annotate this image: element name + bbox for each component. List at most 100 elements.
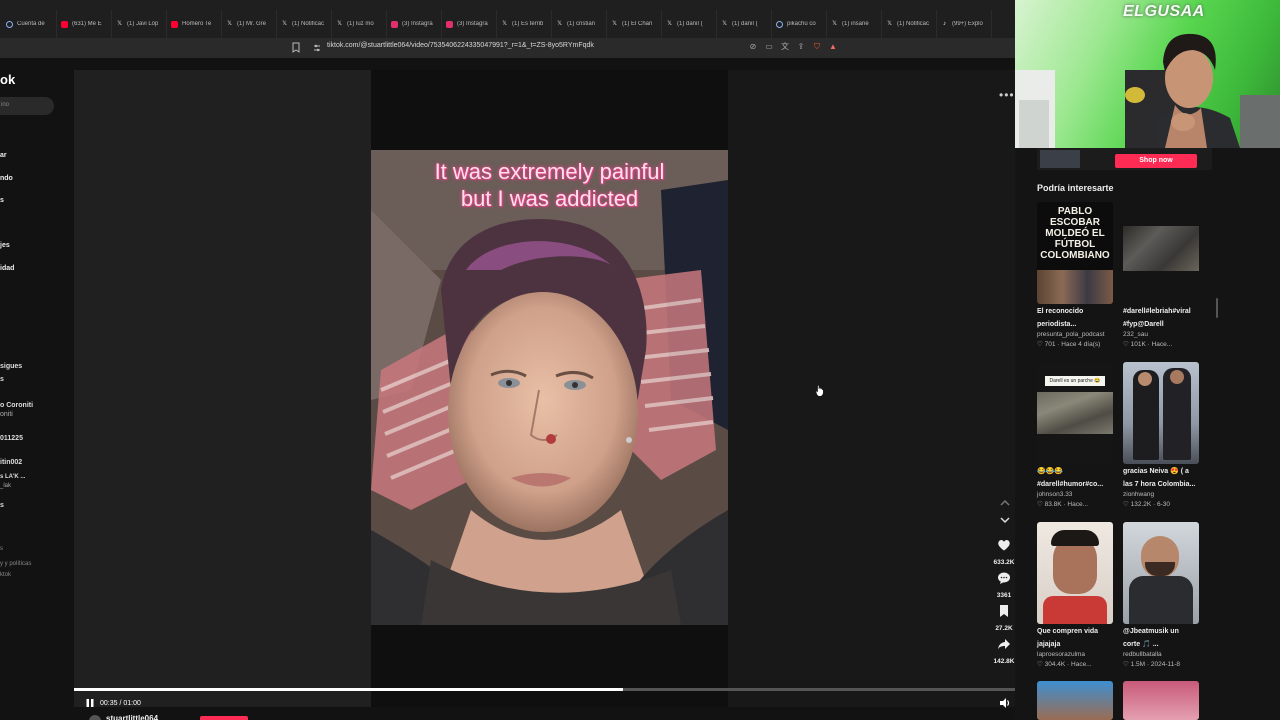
browser-tab[interactable]: 𝕏 (1) daniI (: [662, 10, 717, 38]
thumbnail-text: PABLO ESCOBAR MOLDEÓ EL FÚTBOL COLOMBIAN…: [1040, 206, 1110, 261]
browser-tab-label: (3) Instagra: [457, 21, 488, 27]
suggested-video-card[interactable]: #darell#lebriah#viral #fyp@Darell 232_sa…: [1123, 202, 1199, 350]
shop-now-button[interactable]: Shop now: [1115, 154, 1197, 168]
url-text[interactable]: tiktok.com/@stuartlittle064/video/753540…: [327, 42, 594, 49]
browser-tab-label: Cuenta de: [17, 21, 45, 27]
suggested-video-card[interactable]: Que compren vida jajajaja laproesorazulm…: [1037, 522, 1113, 670]
browser-tab-label: (1) El Chan: [622, 21, 653, 27]
translate-icon[interactable]: 文: [780, 41, 790, 53]
browser-tab[interactable]: (3) Instagra: [442, 10, 497, 38]
suggested-video-card[interactable]: gracias Neiva 😍 ( a las 7 hora Colombia.…: [1123, 362, 1199, 510]
following-item[interactable]: s: [0, 376, 4, 383]
browser-tab[interactable]: 𝕏 (1) El Chan: [607, 10, 662, 38]
pause-icon[interactable]: [85, 698, 95, 708]
browser-tab[interactable]: Homero Te: [167, 10, 222, 38]
more-options-icon[interactable]: •••: [999, 88, 1015, 102]
sidebar: ok ino ar ndo s jes idad sigues s o Coro…: [0, 58, 74, 720]
bookmark-icon[interactable]: [292, 42, 300, 53]
volume-icon[interactable]: [999, 697, 1011, 709]
previous-video-icon[interactable]: [998, 498, 1012, 508]
author-row[interactable]: stuartlittle064: [89, 714, 158, 720]
browser-tab[interactable]: (631) Me E: [57, 10, 112, 38]
cast-icon[interactable]: ▭: [764, 41, 774, 53]
panel-scrollbar[interactable]: [1216, 298, 1218, 318]
browser-tab-label: (1) daniI (: [677, 21, 703, 27]
card-meta: ♡ 132.2K · 6-30: [1123, 501, 1171, 508]
share-icon[interactable]: ⇪: [796, 41, 806, 53]
author-avatar[interactable]: [89, 715, 101, 720]
suggested-video-card[interactable]: PABLO ESCOBAR MOLDEÓ EL FÚTBOL COLOMBIAN…: [1037, 202, 1113, 350]
browser-tab[interactable]: 𝕏 (1) cristian: [552, 10, 607, 38]
address-bar-actions: ⊘ ▭ 文 ⇪ ⛉ ▲: [748, 41, 838, 53]
following-item[interactable]: 011225: [0, 435, 23, 442]
footer-link[interactable]: y y políticas: [0, 561, 31, 567]
following-item[interactable]: itin002: [0, 459, 22, 466]
browser-tab[interactable]: 𝕏 (1) Es terrib: [497, 10, 552, 38]
browser-tab-bar: Cuenta de (631) Me E 𝕏 (1) Javi Lóp Homero T…: [0, 0, 1015, 38]
suggested-video-card[interactable]: [1123, 681, 1199, 720]
shop-product-thumb[interactable]: [1040, 150, 1080, 168]
block-icon[interactable]: ⊘: [748, 41, 758, 53]
sidebar-item-explore[interactable]: ar: [0, 152, 7, 159]
author-name[interactable]: stuartlittle064: [106, 714, 158, 720]
sidebar-item-following[interactable]: ndo: [0, 175, 13, 182]
rewards-icon[interactable]: ▲: [828, 41, 838, 53]
browser-tab[interactable]: 𝕏 (1) Notificac: [882, 10, 937, 38]
suggested-video-card[interactable]: Darell es un parche 😂 😂😂😂 #darell#humor#…: [1037, 362, 1113, 510]
suggested-video-card[interactable]: @Jbeatmusik un corte 🎵 ... redbullbatall…: [1123, 522, 1199, 670]
video-frame[interactable]: It was extremely painful but I was addic…: [371, 150, 728, 625]
card-author[interactable]: presunta_pola_podcast: [1037, 330, 1113, 340]
browser-tab[interactable]: pikachu co: [772, 10, 827, 38]
site-info-icon[interactable]: [313, 43, 321, 53]
card-author[interactable]: johnson3.33: [1037, 490, 1113, 500]
search-input[interactable]: ino: [0, 97, 54, 115]
card-author[interactable]: redbullbatalla: [1123, 650, 1199, 660]
suggested-video-thumbnail[interactable]: [1123, 202, 1199, 304]
browser-tab-label: (631) Me E: [72, 21, 102, 27]
browser-tab-label: Homero Te: [182, 21, 212, 27]
card-author[interactable]: zionhwang: [1123, 490, 1199, 500]
video-main: It was extremely painful but I was addic…: [74, 58, 1015, 720]
browser-tab[interactable]: 𝕏 (1) luz mo: [332, 10, 387, 38]
sidebar-item-activity[interactable]: idad: [0, 265, 14, 272]
browser-tab-label: (1) cristian: [567, 21, 596, 27]
suggested-video-thumbnail[interactable]: [1037, 522, 1113, 624]
see-more-link[interactable]: s: [0, 502, 4, 509]
progress-bar[interactable]: [74, 688, 1015, 691]
google-icon: [6, 20, 13, 28]
browser-tab[interactable]: 𝕏 (1) Mr. Gre: [222, 10, 277, 38]
sidebar-item-friends[interactable]: s: [0, 197, 4, 204]
suggested-video-thumbnail[interactable]: Darell es un parche 😂: [1037, 362, 1113, 464]
tiktok-logo[interactable]: ok: [0, 72, 15, 87]
follow-button[interactable]: [200, 716, 248, 720]
browser-tab[interactable]: Cuenta de: [2, 10, 57, 38]
suggested-video-thumbnail[interactable]: [1037, 681, 1113, 720]
suggested-video-thumbnail[interactable]: [1123, 362, 1199, 464]
browser-tab-label: (1) insane: [842, 21, 869, 27]
browser-tab[interactable]: (3) Instagra: [387, 10, 442, 38]
suggested-video-thumbnail[interactable]: [1123, 681, 1199, 720]
browser-tab[interactable]: 𝕏 (1) insane: [827, 10, 882, 38]
next-video-icon[interactable]: [998, 515, 1012, 525]
caption-line-2: but I was addicted: [460, 186, 639, 211]
address-bar[interactable]: tiktok.com/@stuartlittle064/video/753540…: [0, 38, 1015, 58]
brave-shield-icon[interactable]: ⛉: [812, 41, 822, 53]
video-player[interactable]: It was extremely painful but I was addic…: [74, 70, 1015, 709]
footer-link[interactable]: s: [0, 546, 3, 552]
video-caption: It was extremely painful but I was addic…: [371, 158, 728, 212]
browser-tab[interactable]: ♪ (99+) Explo: [937, 10, 992, 38]
card-author[interactable]: 232_sau: [1123, 330, 1199, 340]
browser-tab[interactable]: 𝕏 (1) daniI (: [717, 10, 772, 38]
share-arrow-icon: [998, 639, 1010, 650]
browser-tab[interactable]: 𝕏 (1) Notificac: [277, 10, 332, 38]
suggested-video-thumbnail[interactable]: PABLO ESCOBAR MOLDEÓ EL FÚTBOL COLOMBIAN…: [1037, 202, 1113, 304]
suggested-video-card[interactable]: [1037, 681, 1113, 720]
following-item[interactable]: s LA'K ...: [0, 474, 25, 480]
browser-tab-label: (1) Es terrib: [512, 21, 544, 27]
card-author[interactable]: laproesorazulma: [1037, 650, 1113, 660]
browser-tab-label: (1) Notificac: [897, 21, 930, 27]
following-item[interactable]: o Coroniti: [0, 402, 33, 409]
sidebar-item-messages[interactable]: jes: [0, 242, 10, 249]
suggested-video-thumbnail[interactable]: [1123, 522, 1199, 624]
browser-tab[interactable]: 𝕏 (1) Javi Lóp: [112, 10, 167, 38]
